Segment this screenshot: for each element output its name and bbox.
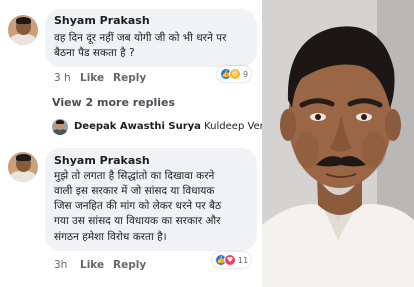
reply-button[interactable]: Reply	[113, 72, 146, 84]
reply-preview[interactable]: Deepak Awasthi Surya Kuldeep Verma...	[74, 121, 262, 132]
reply-author[interactable]: Deepak Awasthi Surya	[74, 121, 201, 132]
like-button[interactable]: Like	[80, 72, 104, 84]
haha-reaction-icon: 😆	[229, 68, 241, 80]
comment-text-line: गया उस सांसद या विधायक का सरकार और	[54, 215, 221, 227]
comment-text-line: वाली इस सरकार में जो सांसद या विधायक	[54, 185, 215, 197]
reaction-summary[interactable]: 👍 ♥ 11	[212, 252, 252, 268]
reply-avatar[interactable]	[52, 119, 68, 135]
comment-author[interactable]: Shyam Prakash	[54, 154, 150, 167]
portrait-photo	[262, 0, 414, 287]
comment-text-line: वह दिन दूर नहीं जब योगी जी को भी धरने पर	[54, 32, 227, 44]
commenter-avatar[interactable]	[8, 15, 38, 45]
reaction-count: 9	[243, 69, 249, 79]
reply-button[interactable]: Reply	[113, 259, 146, 271]
love-reaction-icon: ♥	[224, 254, 236, 266]
comment-timestamp[interactable]: 3h	[54, 259, 67, 271]
comment-text-line: मुझे तो लगता है सिद्धांतो का दिखावा करने	[54, 170, 215, 182]
like-button[interactable]: Like	[80, 259, 104, 271]
comment-author[interactable]: Shyam Prakash	[54, 14, 150, 27]
reply-text: Kuldeep Verma...	[204, 121, 262, 132]
comment-timestamp[interactable]: 3 h	[54, 72, 71, 84]
reaction-count: 11	[238, 255, 249, 265]
portrait-illustration	[262, 0, 414, 287]
view-more-replies-link[interactable]: View 2 more replies	[52, 96, 175, 109]
comment-text-line: बैठना पैड सकता है ?	[54, 47, 135, 59]
commenter-avatar[interactable]	[8, 152, 38, 182]
comment-text-line: जिस जनहित की मांग को लेकर धरने पर बैठ	[54, 200, 222, 212]
reaction-summary[interactable]: 👍 😆 9	[217, 66, 252, 82]
comment-text-line: संगठन हमेशा विरोध करता है।	[54, 231, 167, 243]
comment-thread: Shyam Prakash वह दिन दूर नहीं जब योगी जी…	[0, 0, 262, 287]
